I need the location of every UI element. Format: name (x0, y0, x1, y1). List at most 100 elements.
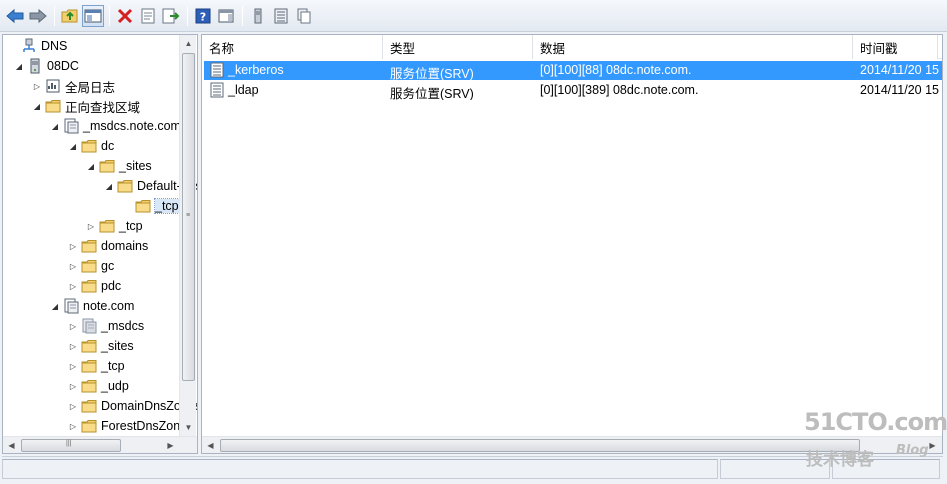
record-timestamp: 2014/11/20 15 (860, 63, 940, 77)
tree-item-zone-note-com[interactable]: ◢ note.com (49, 296, 134, 316)
folder-icon (45, 98, 61, 114)
scroll-left-icon[interactable]: ◀ (3, 437, 20, 453)
expand-arrow-icon[interactable]: ▷ (67, 260, 79, 272)
list-item[interactable]: _kerberos 服务位置(SRV) [0][100][88] 08dc.no… (204, 61, 942, 80)
scroll-thumb[interactable] (220, 439, 860, 452)
list-view-icon[interactable] (270, 5, 292, 27)
expand-arrow-icon[interactable]: ▷ (67, 280, 79, 292)
folder-icon (81, 258, 97, 274)
delete-icon[interactable] (114, 5, 136, 27)
column-header-name[interactable]: 名称 (202, 35, 383, 59)
folder-icon (81, 398, 97, 414)
tree-item-pdc[interactable]: ▷ pdc (67, 276, 121, 296)
expand-arrow-icon[interactable]: ▷ (85, 220, 97, 232)
copy-icon[interactable] (293, 5, 315, 27)
expand-arrow-icon[interactable]: ▷ (67, 320, 79, 332)
results-list[interactable]: 名称 类型 数据 时间戳 _kerberos 服务位置(SRV) [0][100… (201, 34, 943, 454)
folder-icon (135, 198, 151, 214)
zone-icon (63, 298, 79, 314)
watermark-blog: Blog (896, 443, 929, 458)
record-type: 服务位置(SRV) (390, 87, 474, 100)
scroll-down-icon[interactable]: ▼ (180, 419, 197, 436)
export-list-icon[interactable] (160, 5, 182, 27)
tree-item-sites-2[interactable]: ▷ _sites (67, 336, 134, 356)
zone-icon (63, 118, 79, 134)
expand-arrow-icon[interactable]: ▷ (67, 420, 79, 432)
tree-item-tcp-2[interactable]: ▷ _tcp (67, 356, 125, 376)
collapse-arrow-icon[interactable]: ◢ (49, 300, 61, 312)
show-hide-tree-icon[interactable] (82, 4, 104, 27)
collapse-arrow-icon[interactable]: ◢ (13, 60, 25, 72)
tree-item-label: 全局日志 (65, 80, 116, 95)
scroll-thumb[interactable]: ||| (21, 439, 121, 452)
toolbar-separator (242, 5, 243, 26)
column-header-timestamp[interactable]: 时间戳 (853, 35, 938, 59)
tree-vertical-scrollbar[interactable]: ▲ ≡ ▼ (179, 35, 196, 436)
folder-icon (81, 358, 97, 374)
expand-arrow-icon[interactable]: ▷ (67, 240, 79, 252)
console-tree[interactable]: DNS ◢ 08DC ▷ 全局日志 ◢ 正向查找区域 ◢ _msdcs.note.com ◢ dc ◢… (2, 34, 198, 454)
list-item[interactable]: _ldap 服务位置(SRV) [0][100][389] 08dc.note.… (204, 81, 942, 100)
folder-icon (81, 418, 97, 434)
tree-item-domains[interactable]: ▷ domains (67, 236, 148, 256)
record-name: _ldap (228, 83, 259, 97)
record-timestamp: 2014/11/20 15 (860, 83, 940, 97)
tree-item-label: _udp (101, 379, 129, 393)
properties-icon[interactable] (137, 5, 159, 27)
dns-record-icon (210, 82, 224, 98)
column-header-type[interactable]: 类型 (383, 35, 533, 59)
collapse-arrow-icon[interactable]: ◢ (103, 180, 115, 192)
toolbar: ? (0, 0, 947, 32)
tree-item-forward-lookup-zones[interactable]: ◢ 正向查找区域 (31, 96, 140, 116)
back-arrow-icon[interactable] (4, 5, 26, 27)
help-icon[interactable]: ? (192, 5, 214, 27)
expand-arrow-icon[interactable]: ▷ (67, 400, 79, 412)
tree-item-udp[interactable]: ▷ _udp (67, 376, 129, 396)
tree-item-label: _msdcs (101, 319, 145, 333)
collapse-arrow-icon[interactable]: ◢ (67, 140, 79, 152)
folder-icon (99, 218, 115, 234)
scroll-thumb[interactable]: ≡ (182, 53, 195, 381)
delegation-icon (81, 318, 97, 334)
dns-icon (21, 38, 37, 54)
tree-item-forestdnszones[interactable]: ▷ ForestDnsZones (67, 416, 193, 436)
tree-item-server[interactable]: ◢ 08DC (13, 56, 79, 76)
expand-arrow-icon[interactable]: ▷ (67, 380, 79, 392)
folder-icon (81, 138, 97, 154)
forward-arrow-icon[interactable] (27, 5, 49, 27)
tree-item-zone-msdcs[interactable]: ◢ _msdcs.note.com (49, 116, 181, 136)
collapse-arrow-icon[interactable]: ◢ (31, 100, 43, 112)
action-pane-icon[interactable] (215, 5, 237, 27)
tree-item-label: DNS (41, 39, 68, 53)
tree-item-tcp[interactable]: ▷ _tcp (85, 216, 143, 236)
scroll-right-icon[interactable]: ▶ (162, 437, 179, 453)
tree-item-global-logs[interactable]: ▷ 全局日志 (31, 76, 115, 96)
record-data: [0][100][389] 08dc.note.com. (540, 83, 699, 97)
tree-item-tcp-selected[interactable]: _tcp (121, 196, 180, 216)
expand-arrow-icon[interactable]: ▷ (31, 80, 43, 92)
tree-item-msdcs[interactable]: ▷ _msdcs (67, 316, 144, 336)
collapse-arrow-icon[interactable]: ◢ (49, 120, 61, 132)
tree-horizontal-scrollbar[interactable]: ◀ ||| ▶ (3, 436, 197, 453)
folder-icon (81, 278, 97, 294)
tree-item-label: _tcp (119, 219, 143, 233)
expand-arrow-icon[interactable]: ▷ (67, 340, 79, 352)
scroll-left-icon[interactable]: ◀ (202, 437, 219, 453)
tree-item-gc[interactable]: ▷ gc (67, 256, 114, 276)
scroll-up-icon[interactable]: ▲ (180, 35, 197, 52)
expand-arrow-icon[interactable]: ▷ (67, 360, 79, 372)
toolbar-separator (54, 5, 55, 26)
domain-controller-icon[interactable] (247, 5, 269, 27)
toolbar-separator (187, 5, 188, 26)
tree-item-dns[interactable]: DNS (7, 36, 67, 56)
tree-item-sites[interactable]: ◢ _sites (85, 156, 152, 176)
log-icon (45, 78, 61, 94)
collapse-arrow-icon[interactable]: ◢ (85, 160, 97, 172)
status-bar (2, 456, 943, 480)
up-folder-icon[interactable] (59, 5, 81, 27)
folder-icon (99, 158, 115, 174)
tree-item-dc[interactable]: ◢ dc (67, 136, 114, 156)
status-segment (2, 459, 718, 479)
column-header-data[interactable]: 数据 (533, 35, 853, 59)
